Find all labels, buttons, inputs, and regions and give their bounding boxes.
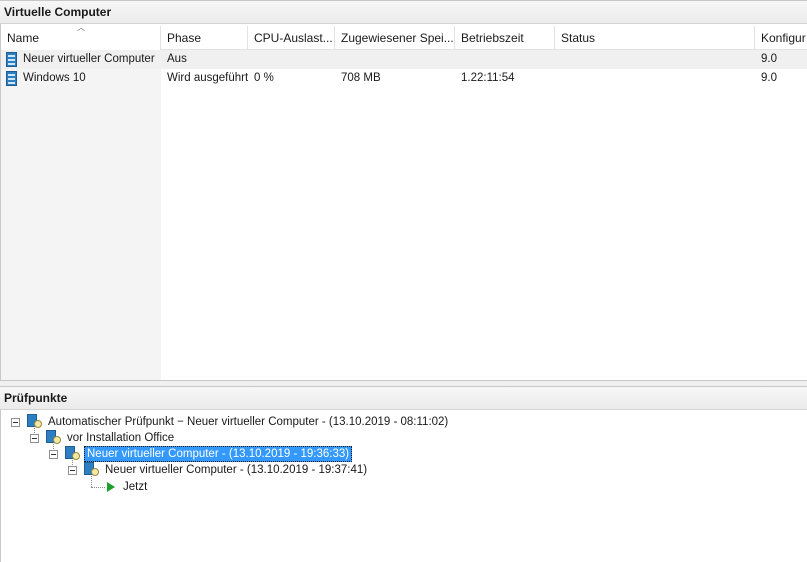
checkpoint-icon bbox=[65, 446, 80, 461]
tree-connector bbox=[91, 487, 105, 488]
column-header-phase[interactable]: Phase bbox=[161, 26, 248, 50]
column-header-configuration[interactable]: Konfigur bbox=[755, 26, 807, 50]
checkpoint-tree[interactable]: Automatischer Prüfpunkt − Neuer virtuell… bbox=[0, 410, 807, 562]
table-row[interactable]: Neuer virtueller Computer Aus 9.0 bbox=[1, 50, 807, 69]
play-icon bbox=[107, 482, 115, 492]
column-header-label: Name bbox=[7, 31, 40, 45]
vm-status bbox=[555, 69, 755, 88]
tree-node-checkpoint-selected[interactable]: Neuer virtueller Computer - (13.10.2019 … bbox=[49, 446, 353, 462]
column-header-uptime[interactable]: Betriebszeit bbox=[455, 26, 555, 50]
collapse-icon[interactable] bbox=[11, 418, 20, 427]
vm-phase: Wird ausgeführt bbox=[167, 72, 248, 84]
vm-name: Windows 10 bbox=[23, 72, 86, 84]
tree-node-checkpoint[interactable]: Automatischer Prüfpunkt − Neuer virtuell… bbox=[11, 414, 448, 430]
virtual-machine-icon bbox=[6, 71, 17, 86]
column-header-name[interactable]: ︿ Name bbox=[1, 26, 161, 50]
collapse-icon[interactable] bbox=[49, 450, 58, 459]
column-headers: ︿ Name Phase CPU-Auslast... Zugewiesener… bbox=[1, 26, 807, 50]
column-header-status[interactable]: Status bbox=[555, 26, 755, 50]
column-header-memory[interactable]: Zugewiesener Spei... bbox=[335, 26, 455, 50]
vm-name: Neuer virtueller Computer bbox=[17, 50, 161, 69]
checkpoint-icon bbox=[27, 414, 42, 429]
tree-node-checkpoint[interactable]: Neuer virtueller Computer - (13.10.2019 … bbox=[68, 462, 368, 478]
virtual-machine-icon bbox=[6, 52, 17, 67]
tree-node-label: Neuer virtueller Computer - (13.10.2019 … bbox=[105, 464, 368, 476]
vm-memory: 708 MB bbox=[341, 72, 381, 84]
vm-phase: Aus bbox=[167, 53, 187, 65]
vm-uptime bbox=[455, 50, 555, 69]
vm-uptime: 1.22:11:54 bbox=[461, 72, 515, 84]
collapse-icon[interactable] bbox=[68, 466, 77, 475]
vm-memory bbox=[335, 50, 455, 69]
table-row[interactable]: Windows 10 Wird ausgeführt 0 % 708 MB 1.… bbox=[1, 69, 807, 88]
vm-list[interactable]: ︿ Name Phase CPU-Auslast... Zugewiesener… bbox=[0, 24, 807, 381]
vm-cpu: 0 % bbox=[254, 72, 274, 84]
checkpoint-icon bbox=[46, 430, 61, 445]
vm-configuration: 9.0 bbox=[761, 72, 777, 84]
tree-node-label: Automatischer Prüfpunkt − Neuer virtuell… bbox=[48, 416, 449, 428]
sorted-column-background bbox=[1, 50, 161, 381]
tree-node-label: Jetzt bbox=[123, 481, 148, 493]
collapse-icon[interactable] bbox=[30, 434, 39, 443]
vm-cpu bbox=[248, 50, 335, 69]
tree-node-now[interactable]: Jetzt bbox=[105, 479, 185, 495]
vm-status bbox=[555, 50, 755, 69]
tree-node-label: vor Installation Office bbox=[67, 432, 175, 444]
tree-node-label: Neuer virtueller Computer - (13.10.2019 … bbox=[84, 446, 353, 462]
vm-configuration: 9.0 bbox=[761, 53, 777, 65]
column-header-cpu[interactable]: CPU-Auslast... bbox=[248, 26, 335, 50]
tree-node-checkpoint[interactable]: vor Installation Office bbox=[30, 430, 190, 446]
vm-panel-title: Virtuelle Computer bbox=[0, 0, 807, 24]
checkpoint-icon bbox=[84, 462, 99, 477]
sort-ascending-icon: ︿ bbox=[77, 26, 85, 32]
checkpoint-panel-title: Prüfpunkte bbox=[0, 386, 807, 410]
